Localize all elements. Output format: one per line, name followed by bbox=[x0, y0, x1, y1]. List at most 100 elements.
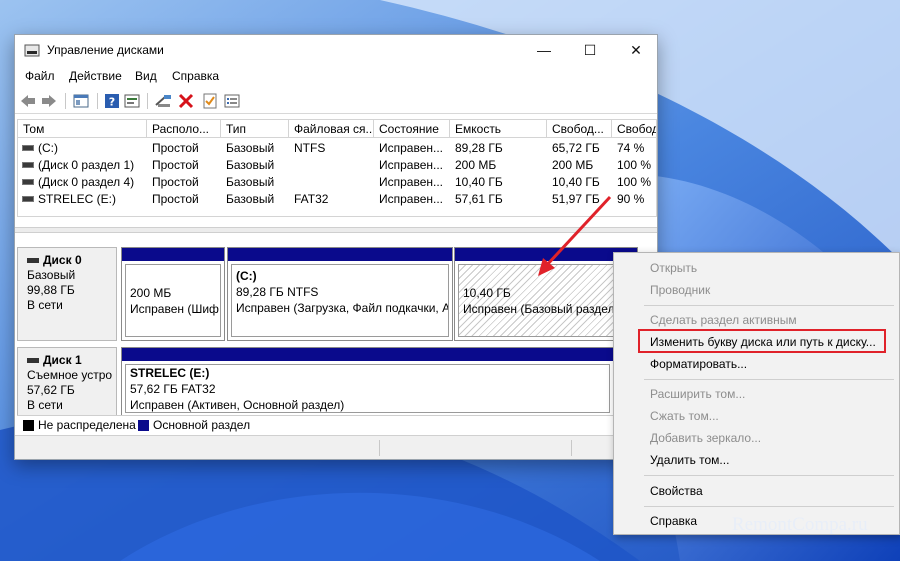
console-icon[interactable] bbox=[123, 92, 141, 110]
menu-separator bbox=[644, 305, 894, 306]
disk-0-label[interactable]: Диск 0 Базовый 99,88 ГБ В сети bbox=[17, 247, 117, 341]
column-header-free-space[interactable]: Свобод... bbox=[547, 120, 612, 138]
partition-size: 89,28 ГБ NTFS bbox=[236, 285, 319, 299]
title-bar[interactable]: Управление дисками — ☐ ✕ bbox=[15, 35, 657, 65]
menu-item-format[interactable]: Форматировать... bbox=[650, 357, 747, 371]
menu-item-delete-volume[interactable]: Удалить том... bbox=[650, 453, 729, 467]
volume-list: Том Располо... Тип Файловая ся... Состоя… bbox=[17, 119, 657, 217]
menu-item-help[interactable]: Справка bbox=[650, 514, 697, 528]
partition-status: Исправен (Загрузка, Файл подкачки, А bbox=[236, 301, 449, 315]
disk-1-label[interactable]: Диск 1 Съемное устро 57,62 ГБ В сети bbox=[17, 347, 117, 417]
disk-status: В сети bbox=[27, 298, 63, 312]
connect-drive-icon[interactable] bbox=[155, 92, 173, 110]
column-header-free-percent[interactable]: Свобод bbox=[612, 120, 656, 138]
back-icon[interactable] bbox=[19, 92, 37, 110]
column-header-filesystem[interactable]: Файловая ся... bbox=[289, 120, 374, 138]
layout-cell: Простой bbox=[152, 158, 199, 172]
menu-action[interactable]: Действие bbox=[69, 69, 122, 83]
watermark: RemontCompa.ru bbox=[732, 514, 868, 535]
table-row[interactable]: (Диск 0 раздел 4) Простой Базовый Исправ… bbox=[18, 174, 656, 191]
status-strip bbox=[15, 435, 657, 459]
free-space-cell: 10,40 ГБ bbox=[552, 175, 600, 189]
column-header-capacity[interactable]: Емкость bbox=[450, 120, 547, 138]
partition-disk0-1[interactable]: 200 МБ Исправен (Шиф bbox=[121, 247, 225, 341]
menu-separator bbox=[644, 379, 894, 380]
type-cell: Базовый bbox=[226, 141, 275, 155]
volume-cell: (Диск 0 раздел 4) bbox=[38, 175, 135, 189]
menu-item-shrink-volume[interactable]: Сжать том... bbox=[650, 409, 719, 423]
disk-type: Съемное устро bbox=[27, 368, 113, 382]
free-space-cell: 200 МБ bbox=[552, 158, 594, 172]
partition-strelec[interactable]: STRELEC (E:) 57,62 ГБ FAT32 Исправен (Ак… bbox=[121, 347, 614, 417]
help-icon[interactable]: ? bbox=[103, 92, 121, 110]
properties-icon[interactable] bbox=[72, 92, 90, 110]
partition-size: 10,40 ГБ bbox=[463, 286, 511, 300]
menu-separator bbox=[644, 475, 894, 476]
disk-management-app-icon bbox=[24, 44, 40, 57]
column-header-layout[interactable]: Располо... bbox=[147, 120, 221, 138]
unallocated-swatch bbox=[23, 420, 34, 431]
drive-icon bbox=[22, 162, 34, 168]
free-space-cell: 65,72 ГБ bbox=[552, 141, 600, 155]
menu-item-open[interactable]: Открыть bbox=[650, 261, 697, 275]
status-cell: Исправен... bbox=[379, 158, 444, 172]
menu-help[interactable]: Справка bbox=[172, 69, 219, 83]
table-row[interactable]: STRELEC (E:) Простой Базовый FAT32 Испра… bbox=[18, 191, 656, 208]
filesystem-cell: NTFS bbox=[294, 141, 326, 155]
partition-status: Исправен (Базовый раздел , bbox=[463, 302, 622, 316]
partition-size: 57,62 ГБ FAT32 bbox=[130, 382, 216, 396]
menu-file[interactable]: Файл bbox=[25, 69, 55, 83]
drive-icon bbox=[22, 145, 34, 151]
legend-bar: Не распределена Основной раздел bbox=[17, 415, 657, 433]
free-space-cell: 51,97 ГБ bbox=[552, 192, 600, 206]
toolbar-separator bbox=[97, 93, 98, 109]
column-header-volume[interactable]: Том bbox=[18, 120, 147, 138]
partition-disk0-4[interactable]: 10,40 ГБ Исправен (Базовый раздел , bbox=[454, 247, 638, 341]
layout-cell: Простой bbox=[152, 141, 199, 155]
layout-cell: Простой bbox=[152, 192, 199, 206]
filesystem-cell: FAT32 bbox=[294, 192, 329, 206]
toolbar-separator bbox=[147, 93, 148, 109]
toolbar: ? bbox=[15, 88, 657, 114]
disk-management-window: Управление дисками — ☐ ✕ Файл Действие В… bbox=[14, 34, 658, 460]
menu-item-explorer[interactable]: Проводник bbox=[650, 283, 710, 297]
capacity-cell: 89,28 ГБ bbox=[455, 141, 503, 155]
table-row[interactable]: (Диск 0 раздел 1) Простой Базовый Исправ… bbox=[18, 157, 656, 174]
disk-size: 57,62 ГБ bbox=[27, 383, 75, 397]
menu-separator bbox=[644, 506, 894, 507]
free-percent-cell: 74 % bbox=[617, 141, 645, 155]
volume-list-header: Том Располо... Тип Файловая ся... Состоя… bbox=[18, 120, 656, 138]
menu-item-mark-active[interactable]: Сделать раздел активным bbox=[650, 313, 797, 327]
context-menu: Открыть Проводник Сделать раздел активны… bbox=[613, 252, 900, 535]
delete-icon[interactable] bbox=[177, 92, 195, 110]
partition-c[interactable]: (C:) 89,28 ГБ NTFS Исправен (Загрузка, Ф… bbox=[227, 247, 453, 341]
column-header-type[interactable]: Тип bbox=[221, 120, 289, 138]
toolbar-separator bbox=[65, 93, 66, 109]
table-row[interactable]: (C:) Простой Базовый NTFS Исправен... 89… bbox=[18, 140, 656, 157]
disk-size: 99,88 ГБ bbox=[27, 283, 75, 297]
column-header-status[interactable]: Состояние bbox=[374, 120, 450, 138]
pane-splitter[interactable] bbox=[15, 227, 657, 233]
menu-view[interactable]: Вид bbox=[135, 69, 157, 83]
primary-swatch bbox=[138, 420, 149, 431]
menu-item-extend-volume[interactable]: Расширить том... bbox=[650, 387, 745, 401]
close-button[interactable]: ✕ bbox=[613, 35, 659, 65]
menu-item-properties[interactable]: Свойства bbox=[650, 484, 703, 498]
disk-icon bbox=[27, 257, 39, 263]
type-cell: Базовый bbox=[226, 175, 275, 189]
disk-graph-pane: Диск 0 Базовый 99,88 ГБ В сети 200 МБ Ис… bbox=[17, 237, 657, 433]
free-percent-cell: 100 % bbox=[617, 158, 652, 172]
maximize-button[interactable]: ☐ bbox=[567, 35, 613, 65]
status-cell: Исправен... bbox=[379, 192, 444, 206]
check-icon[interactable] bbox=[201, 92, 219, 110]
window-title: Управление дисками bbox=[47, 43, 164, 57]
capacity-cell: 57,61 ГБ bbox=[455, 192, 503, 206]
partition-bar bbox=[228, 248, 452, 261]
forward-icon[interactable] bbox=[40, 92, 58, 110]
menu-bar: Файл Действие Вид Справка bbox=[15, 65, 657, 87]
options-icon[interactable] bbox=[223, 92, 241, 110]
menu-item-change-drive-letter[interactable]: Изменить букву диска или путь к диску... bbox=[650, 335, 876, 349]
free-percent-cell: 100 % bbox=[617, 175, 652, 189]
minimize-button[interactable]: — bbox=[521, 35, 567, 65]
menu-item-add-mirror[interactable]: Добавить зеркало... bbox=[650, 431, 761, 445]
